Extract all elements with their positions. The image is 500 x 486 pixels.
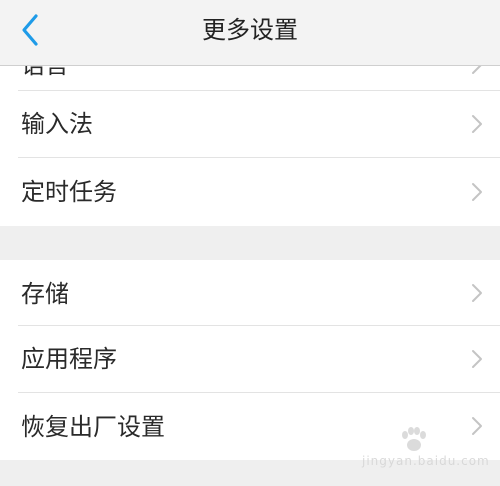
paw-logo-icon <box>402 427 426 451</box>
settings-row-input-method[interactable]: 输入法 <box>0 91 500 157</box>
chevron-right-icon <box>472 350 482 368</box>
chevron-right-icon <box>472 183 482 201</box>
baidu-jingyan-watermark: jingyan.baidu.com <box>362 426 489 470</box>
page-title: 更多设置 <box>202 16 298 44</box>
chevron-right-icon <box>472 115 482 133</box>
settings-row-storage[interactable]: 存储 <box>0 260 500 325</box>
settings-row-label: 应用程序 <box>21 345 117 373</box>
chevron-right-icon <box>472 417 482 435</box>
settings-row-label: 输入法 <box>21 110 93 138</box>
watermark-text: jingyan.baidu.com <box>362 454 490 468</box>
chevron-right-icon <box>472 284 482 302</box>
settings-group-general: 语言 输入法 定时任务 <box>0 40 500 226</box>
title-bar: 更多设置 <box>0 0 500 66</box>
settings-row-label: 定时任务 <box>21 178 117 206</box>
settings-row-label: 恢复出厂设置 <box>21 413 165 441</box>
settings-row-label: 存储 <box>21 280 69 308</box>
settings-row-applications[interactable]: 应用程序 <box>0 326 500 392</box>
settings-row-scheduled-tasks[interactable]: 定时任务 <box>0 158 500 226</box>
